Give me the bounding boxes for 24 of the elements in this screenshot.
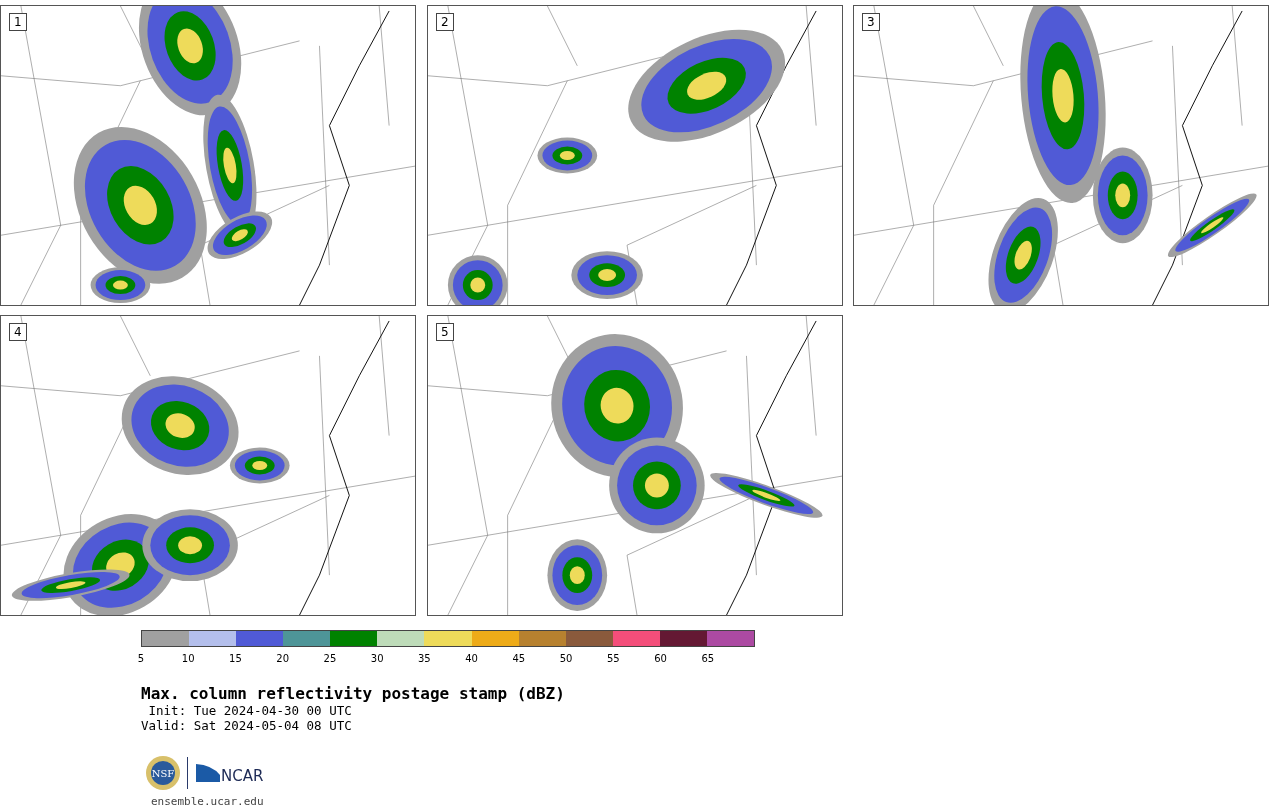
tick-label: 30 xyxy=(370,653,384,664)
tick-label: 35 xyxy=(418,653,431,664)
website-link[interactable]: ensemble.ucar.edu xyxy=(151,795,1280,808)
tick-label: 40 xyxy=(465,653,478,664)
valid-time: Valid: Sat 2024-05-04 08 UTC xyxy=(141,718,353,733)
panel-number: 1 xyxy=(9,13,27,31)
tick-label: 20 xyxy=(276,653,290,664)
tick-label: 5 xyxy=(137,653,145,664)
init-time: Init: Tue 2024-04-30 00 UTC xyxy=(147,703,353,718)
tick-label: 65 xyxy=(701,653,715,664)
tick-label: 50 xyxy=(559,653,573,664)
tick-label: 25 xyxy=(323,653,337,664)
tick-label: 10 xyxy=(181,653,195,664)
seal-logo: NSF xyxy=(145,755,181,791)
tick-label: 60 xyxy=(654,653,667,664)
panel-number: 5 xyxy=(436,323,454,341)
tick-label: 55 xyxy=(606,653,620,664)
panel-number: 4 xyxy=(9,323,27,341)
ncar-logo: NCAR xyxy=(194,761,270,785)
tick-label: 15 xyxy=(229,653,242,664)
panel-number: 3 xyxy=(862,13,880,31)
panel-number: 2 xyxy=(436,13,454,31)
tick-label: 45 xyxy=(512,653,526,664)
chart-title: Max. column reflectivity postage stamp (dBZ) xyxy=(141,684,566,703)
